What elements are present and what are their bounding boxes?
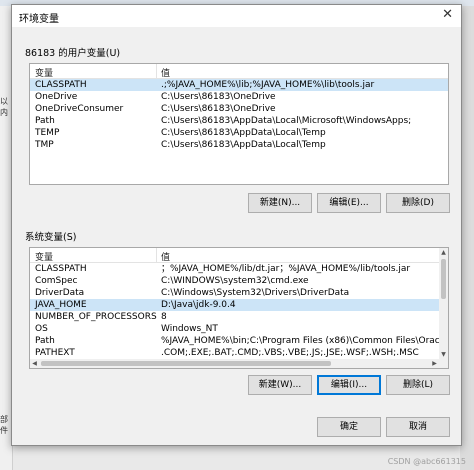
system-vars-list[interactable]: 变量 值 CLASSPATH ；%JAVA_HOME%/lib/dt.jar；%J… bbox=[29, 247, 449, 369]
table-row[interactable]: ComSpec C:\WINDOWS\system32\cmd.exe bbox=[30, 275, 448, 287]
variable-value: C:\Users\86183\OneDrive bbox=[161, 104, 276, 114]
column-separator[interactable] bbox=[156, 248, 157, 262]
variable-name: PATHEXT bbox=[35, 348, 75, 358]
scroll-left-icon[interactable]: ◀ bbox=[30, 359, 39, 368]
column-header-value[interactable]: 值 bbox=[161, 66, 170, 79]
vertical-scrollbar[interactable]: ▲ ▼ bbox=[439, 248, 448, 368]
list-header: 变量 值 bbox=[30, 248, 448, 263]
variable-name: DriverData bbox=[35, 288, 85, 298]
variable-value: Windows_NT bbox=[161, 324, 218, 334]
table-row[interactable]: OneDriveConsumer C:\Users\86183\OneDrive bbox=[30, 103, 448, 115]
table-row[interactable]: DriverData C:\Windows\System32\Drivers\Dr… bbox=[30, 287, 448, 299]
variable-value: D:\Java\jdk-9.0.4 bbox=[161, 300, 236, 310]
environment-variables-dialog: 环境变量 ✕ 86183 的用户变量(U) 变量 值 CLASSPATH .;%J… bbox=[11, 4, 462, 446]
scroll-right-icon[interactable]: ▶ bbox=[430, 359, 439, 368]
variable-value: .;%JAVA_HOME%\lib;%JAVA_HOME%\lib\tools.… bbox=[161, 80, 375, 90]
column-separator[interactable] bbox=[156, 64, 157, 78]
variable-value: C:\Users\86183\AppData\Local\Temp bbox=[161, 128, 326, 138]
system-delete-button[interactable]: 删除(L) bbox=[386, 375, 450, 395]
user-new-button[interactable]: 新建(N)... bbox=[248, 193, 312, 213]
variable-name: TMP bbox=[35, 140, 54, 150]
cancel-button[interactable]: 取消 bbox=[386, 417, 450, 437]
variable-name: JAVA_HOME bbox=[35, 300, 87, 310]
variable-name: OS bbox=[35, 324, 48, 334]
variable-value: 8 bbox=[161, 312, 167, 322]
table-row[interactable]: JAVA_HOME D:\Java\jdk-9.0.4 bbox=[30, 299, 448, 311]
horizontal-scrollbar[interactable]: ◀ ▶ bbox=[30, 359, 439, 368]
variable-name: ComSpec bbox=[35, 276, 78, 286]
table-row[interactable]: Path %JAVA_HOME%\bin;C:\Program Files (x8… bbox=[30, 335, 448, 347]
variable-value: C:\Users\86183\AppData\Local\Microsoft\W… bbox=[161, 116, 412, 126]
variable-value: C:\Windows\System32\Drivers\DriverData bbox=[161, 288, 350, 298]
table-row[interactable]: OS Windows_NT bbox=[30, 323, 448, 335]
table-row[interactable]: CLASSPATH ；%JAVA_HOME%/lib/dt.jar；%JAVA_H… bbox=[30, 263, 448, 275]
variable-value: .COM;.EXE;.BAT;.CMD;.VBS;.VBE;.JS;.JSE;.… bbox=[161, 348, 419, 358]
table-row[interactable]: TEMP C:\Users\86183\AppData\Local\Temp bbox=[30, 127, 448, 139]
table-row[interactable]: OneDrive C:\Users\86183\OneDrive bbox=[30, 91, 448, 103]
user-delete-button[interactable]: 删除(D) bbox=[386, 193, 450, 213]
user-edit-button[interactable]: 编辑(E)... bbox=[317, 193, 381, 213]
variable-name: OneDriveConsumer bbox=[35, 104, 124, 114]
title-bar: 环境变量 ✕ bbox=[12, 5, 461, 27]
table-row[interactable]: Path C:\Users\86183\AppData\Local\Microso… bbox=[30, 115, 448, 127]
variable-value: %JAVA_HOME%\bin;C:\Program Files (x86)\C… bbox=[161, 336, 449, 346]
list-header: 变量 值 bbox=[30, 64, 448, 79]
dialog-title: 环境变量 bbox=[19, 14, 59, 25]
table-row[interactable]: PATHEXT .COM;.EXE;.BAT;.CMD;.VBS;.VBE;.JS… bbox=[30, 347, 448, 359]
close-icon[interactable]: ✕ bbox=[442, 7, 453, 22]
scroll-up-icon[interactable]: ▲ bbox=[439, 248, 448, 257]
variable-name: Path bbox=[35, 116, 55, 126]
variable-name: Path bbox=[35, 336, 55, 346]
variable-name: CLASSPATH bbox=[35, 264, 87, 274]
scroll-thumb[interactable] bbox=[441, 259, 446, 299]
variable-value: ；%JAVA_HOME%/lib/dt.jar；%JAVA_HOME%/lib/… bbox=[161, 264, 411, 274]
variable-name: CLASSPATH bbox=[35, 80, 87, 90]
watermark: CSDN @abc661315 bbox=[387, 457, 466, 466]
scroll-thumb[interactable] bbox=[41, 361, 331, 366]
table-row[interactable]: CLASSPATH .;%JAVA_HOME%\lib;%JAVA_HOME%\l… bbox=[30, 79, 448, 91]
variable-name: NUMBER_OF_PROCESSORS bbox=[35, 312, 157, 322]
column-header-variable[interactable]: 变量 bbox=[35, 250, 53, 263]
background-window-right bbox=[460, 6, 474, 470]
variable-name: TEMP bbox=[35, 128, 60, 138]
column-header-variable[interactable]: 变量 bbox=[35, 66, 53, 79]
variable-value: C:\WINDOWS\system32\cmd.exe bbox=[161, 276, 309, 286]
user-vars-list[interactable]: 变量 值 CLASSPATH .;%JAVA_HOME%\lib;%JAVA_HO… bbox=[29, 63, 449, 185]
column-header-value[interactable]: 值 bbox=[161, 250, 170, 263]
table-row[interactable]: NUMBER_OF_PROCESSORS 8 bbox=[30, 311, 448, 323]
table-row[interactable]: TMP C:\Users\86183\AppData\Local\Temp bbox=[30, 139, 448, 151]
system-vars-label: 系统变量(S) bbox=[25, 232, 77, 243]
user-vars-label: 86183 的用户变量(U) bbox=[25, 48, 121, 59]
variable-name: OneDrive bbox=[35, 92, 78, 102]
scroll-down-icon[interactable]: ▼ bbox=[439, 350, 448, 359]
system-new-button[interactable]: 新建(W)... bbox=[248, 375, 312, 395]
variable-value: C:\Users\86183\AppData\Local\Temp bbox=[161, 140, 326, 150]
variable-value: C:\Users\86183\OneDrive bbox=[161, 92, 276, 102]
system-edit-button[interactable]: 编辑(I)... bbox=[317, 375, 381, 395]
ok-button[interactable]: 确定 bbox=[317, 417, 381, 437]
